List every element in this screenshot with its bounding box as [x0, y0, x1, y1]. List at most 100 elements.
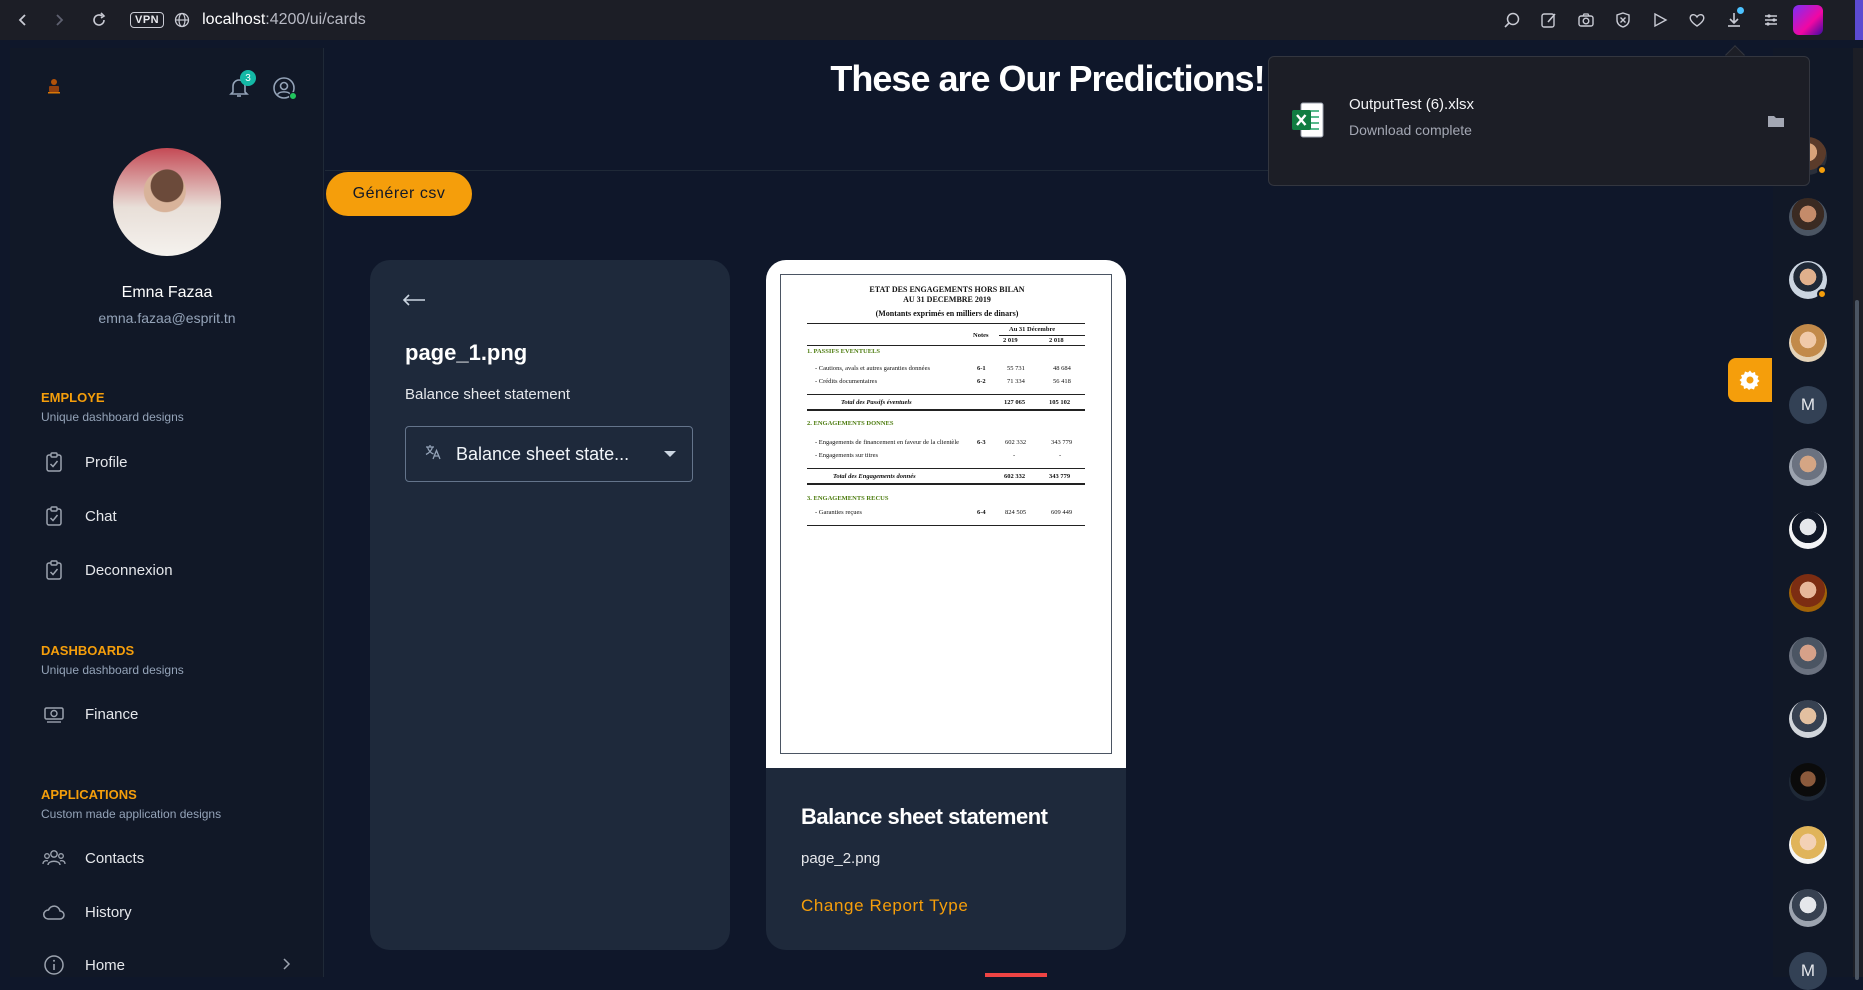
contact-avatar[interactable]: [1789, 511, 1827, 549]
download-indicator-dot: [1737, 7, 1744, 14]
vpn-badge[interactable]: VPN: [130, 12, 165, 28]
doc-row-value: 602 332: [1005, 439, 1027, 446]
change-report-type-link[interactable]: Change Report Type: [801, 896, 968, 916]
section-subtitle-employe: Unique dashboard designs: [41, 410, 184, 424]
doc-col-group: Au 31 Décembre: [1009, 326, 1056, 333]
doc-row-label: - Engagements de financement en faveur d…: [815, 439, 960, 446]
section-subtitle-dashboards: Unique dashboard designs: [41, 663, 184, 677]
clipboard-check-icon: [41, 503, 67, 529]
forward-icon[interactable]: [46, 7, 72, 33]
doc-section: 1. PASSIFS EVENTUELS: [807, 348, 881, 355]
doc-row-value: 55 731: [1007, 365, 1025, 372]
profile-avatar: [113, 148, 221, 256]
cash-icon: [41, 701, 67, 727]
contact-avatar-letter[interactable]: M: [1789, 952, 1827, 990]
main-content: These are Our Predictions! Générer csv p…: [325, 48, 1773, 977]
settings-button[interactable]: [1728, 358, 1772, 402]
doc-heading: (Montants exprimés en milliers de dinars…: [875, 309, 1019, 318]
users-icon: [41, 845, 67, 871]
browser-toolbar: VPN localhost:4200/ui/cards: [0, 0, 1863, 40]
doc-row-label: - Cautions, avals et autres garanties do…: [815, 365, 930, 372]
doc-col-2018: 2 018: [1049, 337, 1064, 344]
doc-row-label: - Engagements sur titres: [815, 452, 878, 459]
section-title-dashboards: DASHBOARDS: [41, 643, 135, 658]
contact-avatar[interactable]: [1789, 637, 1827, 675]
contact-avatar[interactable]: [1789, 574, 1827, 612]
doc-row-value: 343 779: [1051, 439, 1073, 446]
site-info-icon[interactable]: [174, 12, 190, 28]
player-icon[interactable]: [1641, 0, 1678, 40]
address-bar[interactable]: localhost:4200/ui/cards: [202, 11, 366, 29]
doc-col-notes: Notes: [973, 332, 989, 339]
contact-avatar[interactable]: [1789, 700, 1827, 738]
page-scrollbar-thumb[interactable]: [1855, 300, 1859, 980]
sidebar-item-history[interactable]: History: [41, 895, 301, 929]
doc-rule: [807, 394, 1085, 395]
search-tabs-icon[interactable]: [1493, 0, 1530, 40]
card-report-type: Balance sheet statement: [405, 386, 571, 403]
reload-icon[interactable]: [86, 7, 112, 33]
sidebar-item-finance[interactable]: Finance: [41, 697, 301, 731]
camera-icon[interactable]: [1567, 0, 1604, 40]
online-status-dot: [289, 92, 297, 100]
sidebar-item-chat[interactable]: Chat: [41, 499, 301, 533]
download-icon[interactable]: [1715, 0, 1752, 40]
contacts-rail: M M: [1773, 48, 1853, 990]
doc-row-note: 6-3: [977, 439, 986, 446]
doc-section: 3. ENGAGEMENTS RECUS: [807, 495, 889, 502]
sidebar-item-profile[interactable]: Profile: [41, 445, 301, 479]
dropdown-caret-icon: [664, 451, 676, 457]
doc-section: 2. ENGAGEMENTS DONNES: [807, 420, 894, 427]
contact-avatar[interactable]: [1789, 324, 1827, 362]
sidebar-item-deconnexion[interactable]: Deconnexion: [41, 553, 301, 587]
doc-row-value: 56 418: [1053, 378, 1071, 385]
doc-row-value: 71 334: [1007, 378, 1025, 385]
contact-avatar[interactable]: [1789, 448, 1827, 486]
contact-avatar[interactable]: [1789, 198, 1827, 236]
clipboard-check-icon: [41, 449, 67, 475]
doc-row-value: 824 505: [1005, 509, 1027, 516]
document-page: ETAT DES ENGAGEMENTS HORS BILAN AU 31 DE…: [780, 274, 1112, 754]
doc-total-value: 602 332: [1004, 473, 1026, 480]
doc-row-value: 48 684: [1053, 365, 1071, 372]
report-type-select[interactable]: Balance sheet state...: [405, 426, 693, 482]
prediction-card-front[interactable]: ETAT DES ENGAGEMENTS HORS BILAN AU 31 DE…: [766, 260, 1126, 950]
doc-row-value: -: [1059, 452, 1062, 459]
card-file-name: page_2.png: [801, 850, 881, 867]
doc-row-note: 6-2: [977, 378, 986, 385]
sidebar-item-label: Finance: [85, 705, 139, 723]
browser-profile-avatar[interactable]: [1793, 5, 1823, 35]
adblock-icon[interactable]: [1604, 0, 1641, 40]
download-status: Download complete: [1349, 122, 1472, 138]
doc-rule: [807, 345, 1085, 346]
folder-icon[interactable]: [1767, 113, 1785, 134]
excel-file-icon: [1291, 101, 1325, 139]
easy-setup-icon[interactable]: [1752, 0, 1789, 40]
contact-avatar[interactable]: [1789, 763, 1827, 801]
back-icon[interactable]: [10, 7, 36, 33]
translate-icon: [424, 443, 442, 466]
contact-avatar-letter[interactable]: M: [1789, 386, 1827, 424]
download-file-name[interactable]: OutputTest (6).xlsx: [1349, 96, 1474, 113]
heart-icon[interactable]: [1678, 0, 1715, 40]
edit-icon[interactable]: [1530, 0, 1567, 40]
profile-name: Emna Fazaa: [121, 284, 213, 301]
doc-total-value: 343 779: [1049, 473, 1071, 480]
card-file-name: page_1.png: [405, 340, 528, 365]
card-title: Balance sheet statement: [801, 804, 1048, 829]
doc-row-value: -: [1013, 452, 1016, 459]
sidebar-item-label: Home: [85, 956, 126, 974]
contact-avatar[interactable]: [1789, 889, 1827, 927]
contact-avatar[interactable]: [1789, 826, 1827, 864]
sidebar-item-contacts[interactable]: Contacts: [41, 841, 301, 875]
doc-rule: [807, 468, 1085, 469]
doc-heading: AU 31 DECEMBRE 2019: [903, 295, 991, 304]
back-arrow-icon[interactable]: [402, 286, 426, 314]
generate-csv-button[interactable]: Générer csv: [326, 172, 472, 216]
section-title-employe: EMPLOYE: [41, 390, 105, 405]
section-subtitle-applications: Custom made application designs: [41, 807, 222, 821]
doc-total-value: 127 065: [1004, 399, 1026, 406]
user-menu-icon[interactable]: [272, 76, 296, 105]
doc-row-value: 609 449: [1051, 509, 1073, 516]
doc-heading: ETAT DES ENGAGEMENTS HORS BILAN: [869, 285, 1025, 294]
